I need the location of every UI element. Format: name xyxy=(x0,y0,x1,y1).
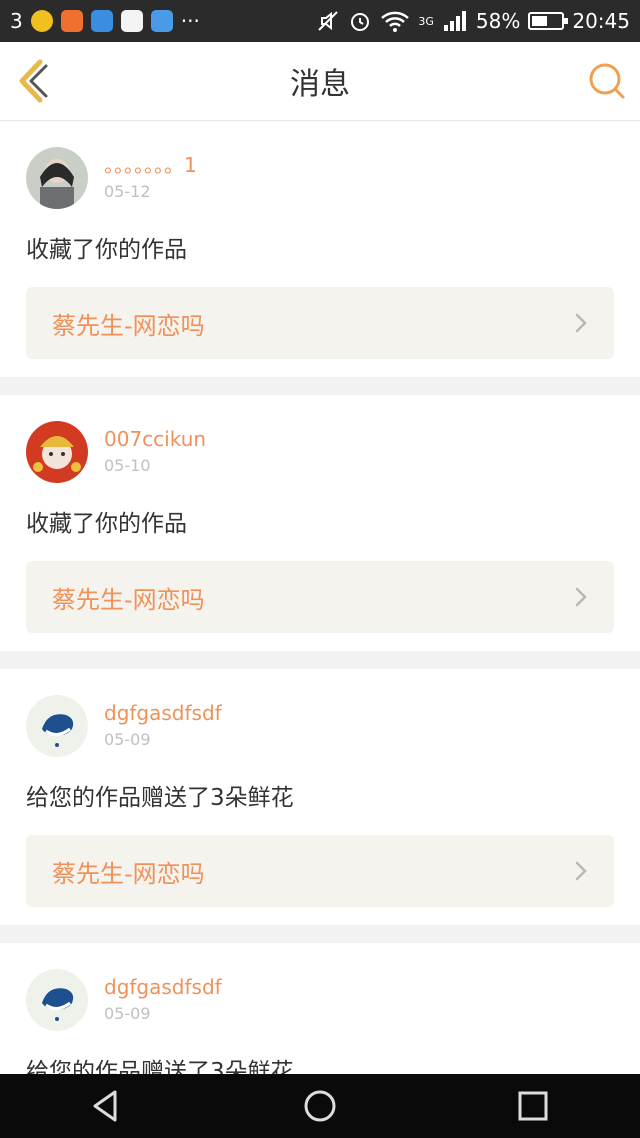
clock: 20:45 xyxy=(572,9,630,33)
username[interactable]: 。。。。。。。1 xyxy=(104,153,197,177)
notification-count: 3 xyxy=(10,9,23,33)
message-card: dgfgasdfsdf 05-09 给您的作品赠送了3朵鲜花 xyxy=(0,943,640,1074)
message-text: 收藏了你的作品 xyxy=(26,511,187,537)
message-text: 给您的作品赠送了3朵鲜花 xyxy=(26,1059,294,1074)
chevron-right-icon xyxy=(575,861,587,881)
work-link[interactable]: 蔡先生-网恋吗 xyxy=(26,835,614,907)
back-button[interactable] xyxy=(14,58,54,104)
health-app-icon xyxy=(150,10,173,32)
app-notification-icon xyxy=(30,10,53,32)
chevron-right-icon xyxy=(575,587,587,607)
user-avatar[interactable] xyxy=(26,695,88,757)
work-title: 蔡先生-网恋吗 xyxy=(52,585,205,614)
username[interactable]: 007ccikun xyxy=(104,427,206,451)
recents-square-icon[interactable] xyxy=(511,1084,555,1128)
chat-app-icon xyxy=(120,10,143,32)
user-avatar[interactable] xyxy=(26,969,88,1031)
message-card: 007ccikun 05-10 收藏了你的作品 蔡先生-网恋吗 xyxy=(0,395,640,651)
wifi-icon xyxy=(381,11,410,32)
home-circle-icon[interactable] xyxy=(298,1084,342,1128)
map-pin-icon xyxy=(90,10,113,32)
work-link[interactable]: 蔡先生-网恋吗 xyxy=(26,287,614,359)
user-avatar[interactable] xyxy=(26,421,88,483)
message-card: dgfgasdfsdf 05-09 给您的作品赠送了3朵鲜花 蔡先生-网恋吗 xyxy=(0,669,640,925)
work-title: 蔡先生-网恋吗 xyxy=(52,859,205,888)
nav-bar: 消息 xyxy=(0,42,640,121)
work-link[interactable]: 蔡先生-网恋吗 xyxy=(26,561,614,633)
message-card: 。。。。。。。1 05-12 收藏了你的作品 蔡先生-网恋吗 xyxy=(0,121,640,377)
battery-percent: 58% xyxy=(475,9,521,33)
username[interactable]: dgfgasdfsdf xyxy=(104,975,222,999)
user-avatar[interactable] xyxy=(26,147,88,209)
mute-icon xyxy=(318,11,339,31)
chevron-right-icon xyxy=(575,313,587,333)
message-list[interactable]: 。。。。。。。1 05-12 收藏了你的作品 蔡先生-网恋吗 007ccikun… xyxy=(0,121,640,1074)
message-text: 给您的作品赠送了3朵鲜花 xyxy=(26,785,294,811)
back-triangle-icon[interactable] xyxy=(85,1084,129,1128)
message-date: 05-10 xyxy=(104,456,151,475)
battery-level xyxy=(532,16,547,26)
message-date: 05-12 xyxy=(104,182,151,201)
system-nav-bar xyxy=(0,1074,640,1138)
uc-browser-icon xyxy=(60,10,83,32)
signal-icon xyxy=(443,11,466,31)
page-title: 消息 xyxy=(290,67,350,102)
search-icon[interactable] xyxy=(588,62,626,100)
work-title: 蔡先生-网恋吗 xyxy=(52,311,205,340)
message-text: 收藏了你的作品 xyxy=(26,237,187,263)
battery-icon xyxy=(528,12,569,30)
message-date: 05-09 xyxy=(104,730,151,749)
message-date: 05-09 xyxy=(104,1004,151,1023)
username[interactable]: dgfgasdfsdf xyxy=(104,701,222,725)
network-type: 3G xyxy=(418,15,434,28)
alarm-icon xyxy=(351,13,370,31)
more-notifications-icon: ··· xyxy=(180,9,200,33)
status-bar: 3 ··· 3G 58% 20:45 xyxy=(0,0,640,42)
